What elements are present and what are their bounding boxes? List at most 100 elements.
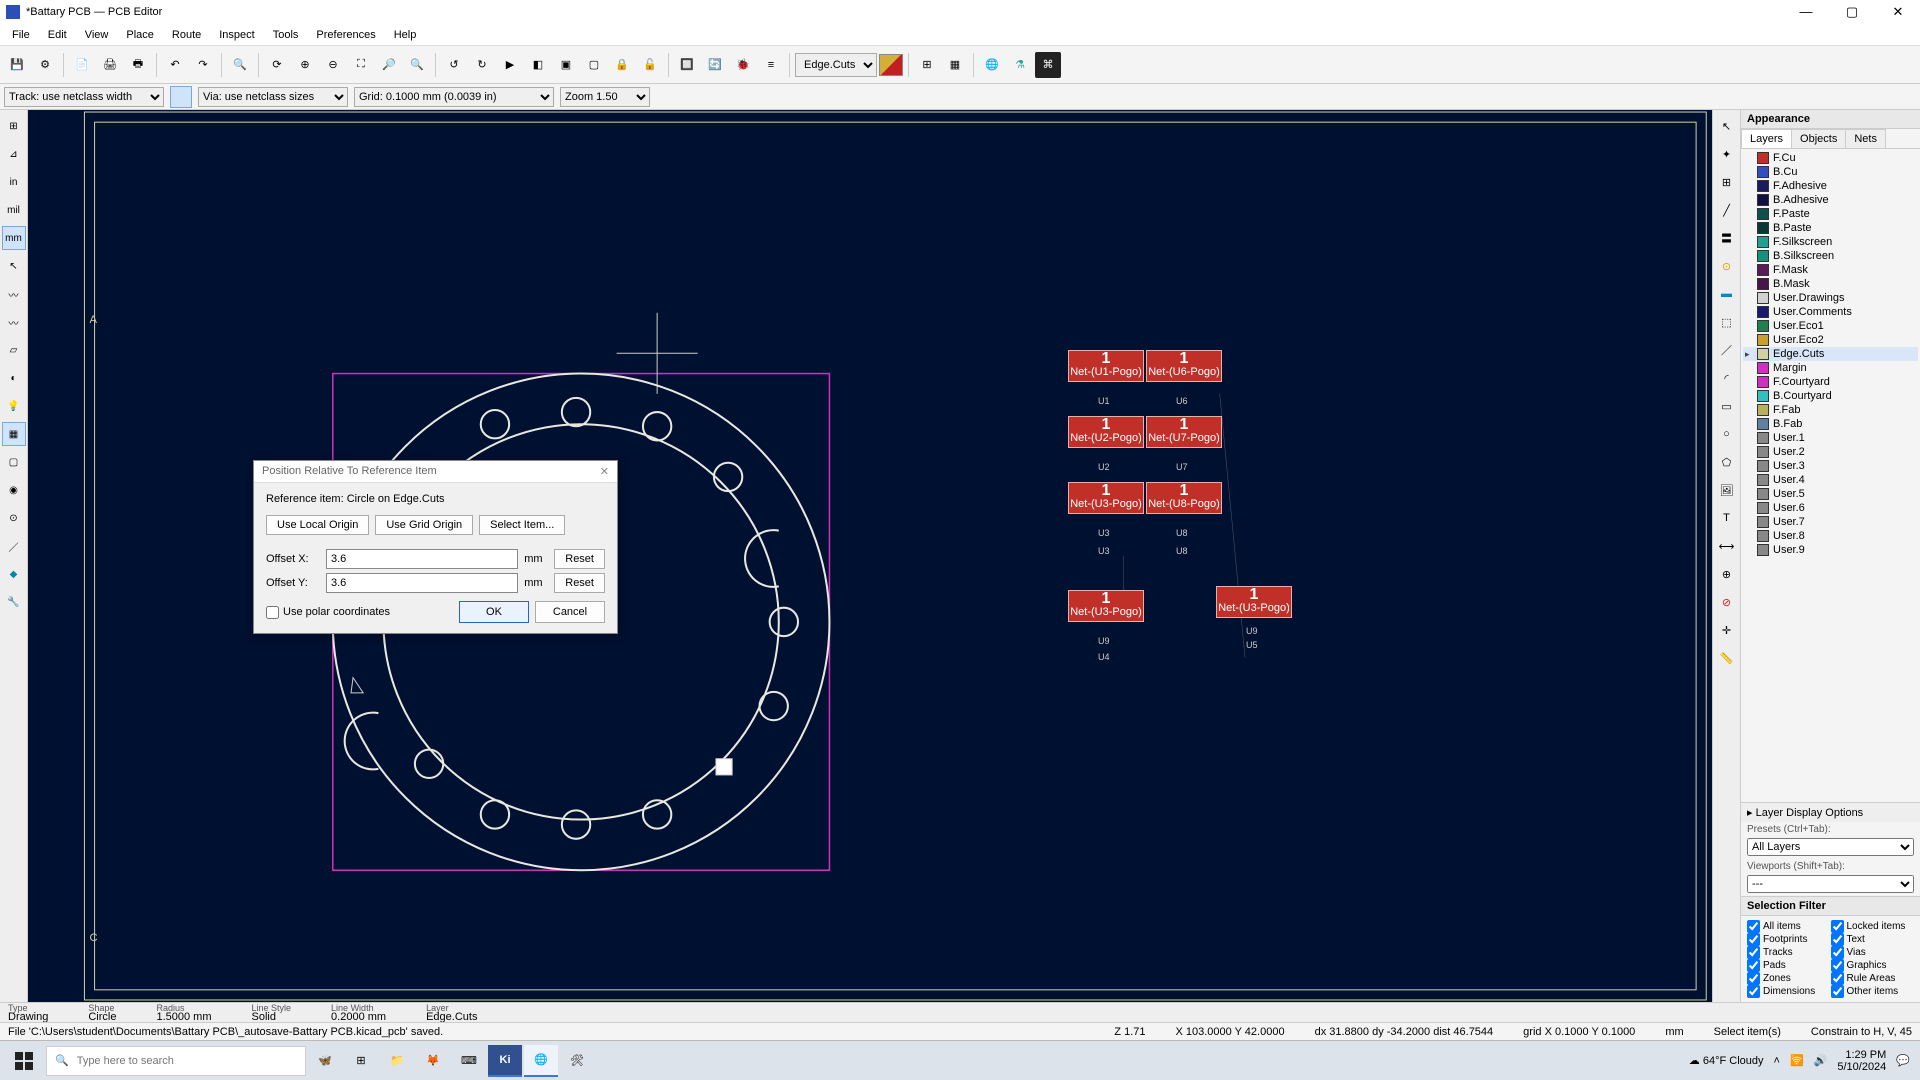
layer-row-f-adhesive[interactable]: F.Adhesive xyxy=(1743,179,1918,193)
layer-row-b-fab[interactable]: B.Fab xyxy=(1743,417,1918,431)
zone-tool-icon[interactable]: ▬ xyxy=(1715,282,1739,306)
ratsnest-tool-icon[interactable]: ⊞ xyxy=(1715,170,1739,194)
layer-row-user-9[interactable]: User.9 xyxy=(1743,543,1918,557)
select-item-button[interactable]: Select Item... xyxy=(479,515,565,535)
cancel-button[interactable]: Cancel xyxy=(535,601,605,623)
use-grid-origin-button[interactable]: Use Grid Origin xyxy=(375,515,473,535)
reset-x-button[interactable]: Reset xyxy=(554,549,605,569)
via-display-icon[interactable]: ⊙ xyxy=(2,506,26,530)
layer-row-b-paste[interactable]: B.Paste xyxy=(1743,221,1918,235)
minimize-button[interactable]: — xyxy=(1792,4,1820,20)
net-highlight-icon[interactable]: 💡 xyxy=(2,394,26,418)
board-setup-icon[interactable]: ⚙ xyxy=(32,52,58,78)
tab-layers[interactable]: Layers xyxy=(1741,129,1792,148)
layer-row-b-silkscreen[interactable]: B.Silkscreen xyxy=(1743,249,1918,263)
arc-tool-icon[interactable]: ◜ xyxy=(1715,366,1739,390)
menu-view[interactable]: View xyxy=(77,27,117,43)
dialog-close-icon[interactable]: ✕ xyxy=(600,465,609,478)
tray-notifications-icon[interactable]: 💬 xyxy=(1896,1054,1910,1067)
layer-row-f-silkscreen[interactable]: F.Silkscreen xyxy=(1743,235,1918,249)
wireframe-icon[interactable]: ▱ xyxy=(2,338,26,362)
footprint-u2[interactable]: 1Net-(U2-Pogo) xyxy=(1068,416,1144,448)
zoom-fit-icon[interactable]: ⛶ xyxy=(348,52,374,78)
layer-pair-swatch[interactable] xyxy=(879,54,903,76)
layer-row-f-mask[interactable]: F.Mask xyxy=(1743,263,1918,277)
zoom-selector[interactable]: Zoom 1.50 xyxy=(560,87,650,107)
taskbar-taskview-icon[interactable]: ⊞ xyxy=(344,1045,378,1077)
poly-tool-icon[interactable]: ⬠ xyxy=(1715,450,1739,474)
grid-selector[interactable]: Grid: 0.1000 mm (0.0039 in) xyxy=(354,87,554,107)
layer-row-f-fab[interactable]: F.Fab xyxy=(1743,403,1918,417)
unlock-icon[interactable]: 🔓 xyxy=(637,52,663,78)
layers-manager-icon[interactable]: ◆ xyxy=(2,562,26,586)
tab-nets[interactable]: Nets xyxy=(1845,129,1886,148)
route-diff-icon[interactable]: 〓 xyxy=(1715,226,1739,250)
layer-row-user-7[interactable]: User.7 xyxy=(1743,515,1918,529)
contrast-icon[interactable]: ◐ xyxy=(2,366,26,390)
layer-row-f-paste[interactable]: F.Paste xyxy=(1743,207,1918,221)
maximize-button[interactable]: ▢ xyxy=(1838,4,1866,20)
menu-tools[interactable]: Tools xyxy=(265,27,307,43)
layer-row-user-6[interactable]: User.6 xyxy=(1743,501,1918,515)
filter-all-items[interactable]: All items xyxy=(1747,920,1831,933)
highlight-tool-icon[interactable]: ✦ xyxy=(1715,142,1739,166)
print-icon[interactable]: 🖨 xyxy=(97,52,123,78)
refresh-icon[interactable]: ⟳ xyxy=(264,52,290,78)
polar-coords-checkbox[interactable] xyxy=(266,606,279,619)
delete-tool-icon[interactable]: ⊘ xyxy=(1715,590,1739,614)
layer-selector[interactable]: Edge.Cuts xyxy=(795,53,877,77)
save-icon[interactable]: 💾 xyxy=(4,52,30,78)
layer-row-margin[interactable]: Margin xyxy=(1743,361,1918,375)
dimension-tool-icon[interactable]: ⟷ xyxy=(1715,534,1739,558)
filter-vias[interactable]: Vias xyxy=(1831,946,1915,959)
ungroup-icon[interactable]: ▢ xyxy=(581,52,607,78)
weather-widget[interactable]: ☁ 64°F Cloudy xyxy=(1689,1054,1764,1067)
taskbar-explorer-icon[interactable]: 📁 xyxy=(380,1045,414,1077)
zoom-tool-icon[interactable]: 🔍 xyxy=(404,52,430,78)
zone-display-icon[interactable]: ▦ xyxy=(2,422,26,446)
origin-tool-icon[interactable]: ⊕ xyxy=(1715,562,1739,586)
layer-row-b-adhesive[interactable]: B.Adhesive xyxy=(1743,193,1918,207)
text-tool-icon[interactable]: T xyxy=(1715,506,1739,530)
3d-viewer-icon[interactable]: 🌐 xyxy=(979,52,1005,78)
cursor-shape-icon[interactable]: ↖ xyxy=(2,254,26,278)
grid-toggle-icon[interactable]: ⊞ xyxy=(2,114,26,138)
mirror-icon[interactable]: ◧ xyxy=(525,52,551,78)
ratsnest-icon[interactable]: 〰 xyxy=(2,282,26,306)
filter-graphics[interactable]: Graphics xyxy=(1831,959,1915,972)
layer-row-f-cu[interactable]: F.Cu xyxy=(1743,151,1918,165)
keepout-tool-icon[interactable]: ⬚ xyxy=(1715,310,1739,334)
wrench-icon[interactable]: 🔧 xyxy=(2,590,26,614)
viewports-selector[interactable]: --- xyxy=(1747,875,1914,893)
filter-text[interactable]: Text xyxy=(1831,933,1915,946)
plot-icon[interactable]: 🖶 xyxy=(125,52,151,78)
mm-unit-icon[interactable]: mm xyxy=(2,226,26,250)
zoom-in-icon[interactable]: ⊕ xyxy=(292,52,318,78)
offset-y-input[interactable] xyxy=(326,573,518,593)
filter-dimensions[interactable]: Dimensions xyxy=(1747,985,1831,998)
layer-row-user-eco2[interactable]: User.Eco2 xyxy=(1743,333,1918,347)
layer-row-user-4[interactable]: User.4 xyxy=(1743,473,1918,487)
layer-row-edge-cuts[interactable]: ▸Edge.Cuts xyxy=(1743,347,1918,361)
curved-ratsnest-icon[interactable]: 〰 xyxy=(2,310,26,334)
menu-file[interactable]: File xyxy=(4,27,38,43)
track-width-selector[interactable]: Track: use netclass width xyxy=(4,87,164,107)
tray-chevron-icon[interactable]: ˄ xyxy=(1774,1055,1780,1067)
layer-row-user-drawings[interactable]: User.Drawings xyxy=(1743,291,1918,305)
layer-row-b-courtyard[interactable]: B.Courtyard xyxy=(1743,389,1918,403)
mils-unit-icon[interactable]: mil xyxy=(2,198,26,222)
rect-tool-icon[interactable]: ▭ xyxy=(1715,394,1739,418)
filter-icon[interactable]: ≡ xyxy=(758,52,784,78)
track-display-icon[interactable]: ／ xyxy=(2,534,26,558)
console-icon[interactable]: ⌘ xyxy=(1035,52,1061,78)
footprint-u4[interactable]: 1Net-(U3-Pogo) xyxy=(1068,590,1144,622)
layer-row-b-cu[interactable]: B.Cu xyxy=(1743,165,1918,179)
close-button[interactable]: ✕ xyxy=(1884,4,1912,20)
page-settings-icon[interactable]: 📄 xyxy=(69,52,95,78)
taskbar-chrome-icon[interactable]: 🌐 xyxy=(524,1045,558,1077)
menu-preferences[interactable]: Preferences xyxy=(308,27,383,43)
layer-row-user-eco1[interactable]: User.Eco1 xyxy=(1743,319,1918,333)
pad-display-icon[interactable]: ◉ xyxy=(2,478,26,502)
filter-pads[interactable]: Pads xyxy=(1747,959,1831,972)
layer-row-b-mask[interactable]: B.Mask xyxy=(1743,277,1918,291)
